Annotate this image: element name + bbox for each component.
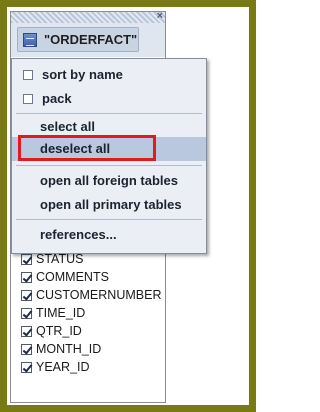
column-row-month-id[interactable]: MONTH_ID xyxy=(21,341,171,357)
column-label: CUSTOMERNUMBER xyxy=(36,288,162,302)
table-name-tag[interactable]: "ORDERFACT" xyxy=(17,27,139,52)
menu-item-label: open all primary tables xyxy=(40,197,182,212)
column-checkbox[interactable] xyxy=(21,362,32,373)
column-label: YEAR_ID xyxy=(36,360,90,374)
column-row-customernumber[interactable]: CUSTOMERNUMBER xyxy=(21,287,171,303)
column-row-year-id[interactable]: YEAR_ID xyxy=(21,359,171,375)
column-label: TIME_ID xyxy=(36,306,86,320)
menu-item-label: sort by name xyxy=(42,67,123,82)
context-menu: sort by name pack select all deselect al… xyxy=(11,58,207,254)
close-icon[interactable]: × xyxy=(157,10,163,22)
menu-item-sort-by-name[interactable]: sort by name xyxy=(12,63,206,87)
menu-item-label: references... xyxy=(40,227,117,242)
column-label: QTR_ID xyxy=(36,324,82,338)
column-row-qtr-id[interactable]: QTR_ID xyxy=(21,323,171,339)
column-row-comments[interactable]: COMMENTS xyxy=(21,269,171,285)
column-checkbox[interactable] xyxy=(21,254,32,265)
checkbox-icon[interactable] xyxy=(23,70,33,80)
column-checkbox[interactable] xyxy=(21,326,32,337)
menu-item-open-all-foreign-tables[interactable]: open all foreign tables xyxy=(12,169,206,193)
menu-item-label: pack xyxy=(42,91,72,106)
menu-separator xyxy=(16,113,202,114)
menu-item-open-all-primary-tables[interactable]: open all primary tables xyxy=(12,193,206,217)
menu-separator xyxy=(16,219,202,220)
menu-item-label: deselect all xyxy=(40,141,111,156)
checkbox-icon[interactable] xyxy=(23,94,33,104)
menu-item-select-all[interactable]: select all xyxy=(12,115,206,139)
menu-separator xyxy=(16,165,202,166)
column-label: MONTH_ID xyxy=(36,342,102,356)
menu-item-references[interactable]: references... xyxy=(12,223,206,247)
column-checkbox[interactable] xyxy=(21,272,32,283)
menu-item-pack[interactable]: pack xyxy=(12,87,206,111)
table-titlebar[interactable]: × xyxy=(11,10,165,23)
column-checkbox[interactable] xyxy=(21,308,32,319)
table-header: "ORDERFACT" xyxy=(11,23,165,57)
menu-item-label: select all xyxy=(40,119,95,134)
menu-item-deselect-all[interactable]: deselect all xyxy=(12,137,206,161)
column-label: STATUS xyxy=(36,252,84,266)
menu-item-label: open all foreign tables xyxy=(40,173,178,188)
column-checkbox[interactable] xyxy=(21,290,32,301)
column-row-time-id[interactable]: TIME_ID xyxy=(21,305,171,321)
table-icon xyxy=(23,33,37,47)
column-label: COMMENTS xyxy=(36,270,109,284)
table-name-label: "ORDERFACT" xyxy=(44,32,138,47)
column-checkbox[interactable] xyxy=(21,344,32,355)
